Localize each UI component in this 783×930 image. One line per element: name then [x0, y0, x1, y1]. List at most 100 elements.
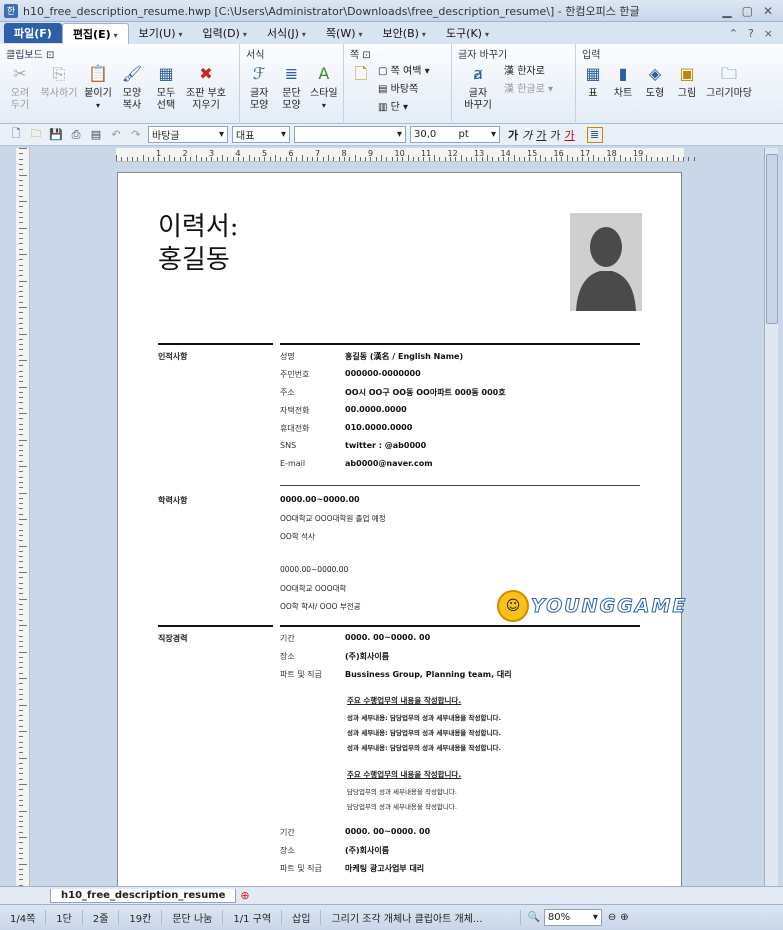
ribbon-collapse-icon[interactable]: ⌃: [729, 27, 738, 40]
ruler-tick: [163, 157, 165, 161]
drawing-gallery-button[interactable]: 🗀 그리기마당: [704, 62, 754, 100]
columns-button[interactable]: ▥ 단 ▾: [378, 98, 430, 113]
help-button[interactable]: ?: [748, 27, 754, 40]
new-tab-icon[interactable]: ⊕: [240, 889, 249, 902]
bold-button[interactable]: 가: [508, 127, 518, 143]
menu-file[interactable]: 파일(F): [4, 23, 62, 43]
maximize-button[interactable]: ▢: [742, 4, 753, 18]
menu-tools[interactable]: 도구(K) ▾: [436, 23, 499, 43]
ruler-tick: [179, 157, 181, 161]
ruler-tick: [19, 365, 23, 367]
style-combo[interactable]: 바탕글 ▾: [148, 126, 228, 143]
picture-button[interactable]: ▣ 그림: [672, 62, 702, 100]
save-icon[interactable]: 💾: [48, 127, 64, 143]
doc-tab[interactable]: h10_free_description_resume: [50, 888, 237, 903]
minimize-button[interactable]: ▁: [722, 4, 731, 18]
ruler-tick: [19, 269, 23, 271]
status-insert[interactable]: 삽입: [282, 910, 322, 925]
cut-button[interactable]: ✂ 오려 두기: [4, 62, 36, 112]
menu-page[interactable]: 쪽(W) ▾: [316, 23, 373, 43]
italic-button[interactable]: 가: [522, 127, 532, 143]
ruler-tick: [524, 157, 526, 161]
clipboard-icon: 📋: [88, 64, 108, 83]
ruler-tick: [508, 157, 510, 161]
ruler-tick: [465, 157, 467, 161]
menu-view[interactable]: 보기(U) ▾: [129, 23, 193, 43]
zoom-in-icon[interactable]: ⊕: [620, 912, 628, 923]
paste-button[interactable]: 📋 붙이기 ▾: [82, 62, 114, 112]
ruler-tick: [19, 222, 23, 224]
strike-button[interactable]: 가: [550, 127, 560, 143]
zoom-combo[interactable]: 80% ▾: [543, 909, 602, 926]
page-margin-button[interactable]: ▢ 쪽 여백 ▾: [378, 62, 430, 77]
font-color-button[interactable]: 가: [565, 127, 575, 143]
zoom-icon[interactable]: 🔍: [527, 912, 539, 923]
status-page[interactable]: 1/4쪽: [0, 910, 47, 925]
ruler-tick: [19, 317, 23, 319]
redo-icon[interactable]: ↷: [128, 127, 144, 143]
font-size-combo[interactable]: 30,0 pt ▾: [410, 126, 500, 143]
master-page-button[interactable]: ▤ 바탕쪽: [378, 80, 430, 95]
char-shape-button[interactable]: ℱ 글자 모양: [244, 62, 274, 112]
select-all-button[interactable]: ▦ 모두 선택: [150, 62, 182, 112]
close-doc-button[interactable]: ×: [764, 27, 773, 40]
ruler-tick: [19, 174, 27, 176]
char-convert-button[interactable]: ⱥ 글자 바꾸기: [456, 62, 500, 112]
ruler-tick: [19, 863, 27, 865]
ruler-tick: [19, 291, 23, 293]
format-copy-button[interactable]: 🖌 모양 복사: [116, 62, 148, 112]
align-icon[interactable]: ≣: [586, 126, 603, 143]
ruler-tick: [19, 466, 27, 467]
title-bar: 한 h10_free_description_resume.hwp [C:\Us…: [0, 0, 783, 22]
zoom-out-icon[interactable]: ⊖: [608, 912, 616, 923]
para-shape-button[interactable]: ≣ 문단 모양: [276, 62, 306, 112]
close-button[interactable]: ✕: [763, 4, 773, 18]
copy-button[interactable]: ⎘ 복사하기: [38, 62, 80, 112]
ruler-tick: [19, 460, 23, 462]
ruler-tick: [19, 651, 27, 653]
ruler-tick: [19, 402, 23, 404]
ruler-tick: [19, 566, 23, 568]
clear-markup-button[interactable]: ✖ 조판 부호 지우기: [184, 62, 228, 112]
ruler-tick: [677, 157, 679, 161]
font-name-combo[interactable]: ▾: [294, 126, 406, 143]
scroll-thumb[interactable]: [766, 154, 778, 324]
shape-button[interactable]: ◈ 도형: [640, 62, 670, 100]
ruler-tick: [534, 157, 536, 161]
vertical-ruler[interactable]: [16, 148, 30, 886]
ruler-tick: [646, 155, 647, 161]
profile-photo[interactable]: [570, 213, 642, 311]
info-row: SNS twitter : @ab0000: [280, 441, 427, 450]
page-button[interactable]: 🗋: [348, 62, 374, 113]
font-kind-combo[interactable]: 대표 ▾: [232, 126, 290, 143]
group-insert: 입력 ▦ 표 ▮ 차트 ◈ 도형 ▣ 그림 🗀 그리기마당: [580, 50, 754, 100]
ruler-tick: [19, 163, 23, 165]
ruler-tick: [290, 157, 292, 161]
preview-icon[interactable]: ▤: [88, 127, 104, 143]
ruler-tick: [19, 524, 23, 526]
ruler-tick: [19, 842, 23, 844]
ruler-tick: [19, 837, 27, 838]
horizontal-ruler[interactable]: 1 2 3 4 5 6 7 8 9 10 11 12 13 14 15 16 17 18 19: [116, 148, 695, 162]
menu-format[interactable]: 서식(J) ▾: [257, 23, 316, 43]
table-button[interactable]: ▦ 표: [580, 62, 606, 100]
new-doc-icon[interactable]: 🗋: [8, 127, 24, 143]
ruler-tick: [19, 752, 23, 754]
to-hangul-button[interactable]: 漢 한글로 ▾: [504, 80, 553, 95]
style-button[interactable]: A 스타일 ▾: [309, 62, 339, 112]
to-hanja-button[interactable]: 漢 한자로: [504, 62, 553, 77]
chart-button[interactable]: ▮ 차트: [608, 62, 638, 100]
vertical-scrollbar[interactable]: [764, 148, 778, 886]
ruler-tick: [19, 736, 23, 738]
ruler-tick: [275, 155, 276, 161]
undo-icon[interactable]: ↶: [108, 127, 124, 143]
ruler-tick: [174, 157, 176, 161]
underline-button[interactable]: 가: [536, 127, 546, 143]
document-page[interactable]: 이력서: 홍길동 인적사항 성명 홍길동 (漢名 / English Name) …: [117, 172, 682, 888]
menu-input[interactable]: 입력(D) ▾: [193, 23, 257, 43]
ruler-tick: [19, 476, 23, 478]
open-folder-icon[interactable]: 🗀: [28, 127, 44, 143]
menu-security[interactable]: 보안(B) ▾: [373, 23, 436, 43]
print-icon[interactable]: ⎙: [68, 127, 84, 143]
menu-edit[interactable]: 편집(E) ▾: [61, 22, 129, 44]
